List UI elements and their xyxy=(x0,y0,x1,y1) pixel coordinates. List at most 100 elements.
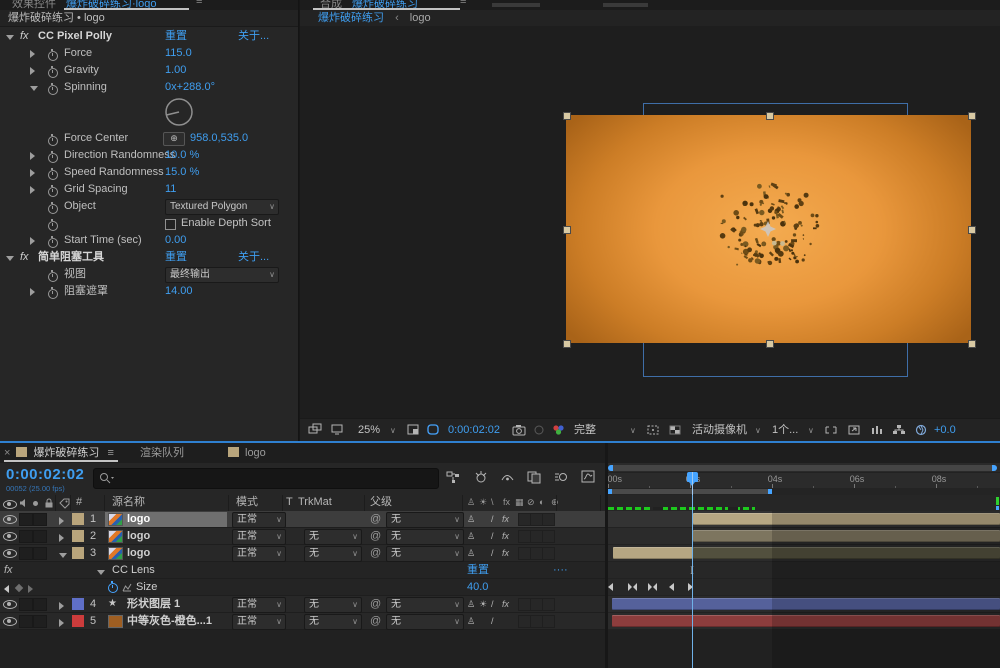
layer-label-color[interactable] xyxy=(72,513,84,525)
tab-menu-icon[interactable]: ≡ xyxy=(99,447,113,459)
trkmat-column-header[interactable]: TrkMat xyxy=(298,495,332,510)
shy-layers-icon[interactable] xyxy=(500,470,516,486)
parent-dropdown[interactable]: 无∨ xyxy=(386,597,464,613)
param-label[interactable]: Grid Spacing xyxy=(64,181,128,198)
effect-options-dots[interactable]: ···· xyxy=(553,562,568,579)
keyframe-icon[interactable] xyxy=(667,583,676,592)
timeline-split-divider[interactable] xyxy=(605,443,608,668)
export-frame-icon[interactable] xyxy=(847,423,861,437)
fx-toggle[interactable]: fx xyxy=(502,511,509,528)
effect-name[interactable]: CC Lens xyxy=(112,562,155,579)
flowchart-icon[interactable] xyxy=(892,423,907,438)
layer-visibility-toggle[interactable] xyxy=(3,532,17,544)
source-name-column-header[interactable]: 源名称 xyxy=(112,495,145,510)
shy-switch-icon[interactable]: ♙ xyxy=(467,495,475,510)
param-expand-arrow[interactable] xyxy=(30,80,38,97)
snapshot-camera-icon[interactable] xyxy=(512,423,526,437)
param-expand-arrow[interactable] xyxy=(30,63,35,80)
layer-visibility-toggle[interactable] xyxy=(3,600,17,612)
dropdown-caret-icon[interactable]: ∨ xyxy=(808,420,814,442)
effect-header-CC Pixel Polly[interactable]: fxCC Pixel Polly重置关于... xyxy=(0,28,299,45)
shy-toggle[interactable]: ♙ xyxy=(467,613,475,630)
index-column-header[interactable]: # xyxy=(76,495,82,510)
audio-toggle[interactable] xyxy=(19,530,33,543)
selection-handle[interactable] xyxy=(563,112,571,120)
fx-toggle[interactable]: fx xyxy=(502,545,509,562)
quality-toggle[interactable]: / xyxy=(491,511,494,528)
region-of-interest-icon[interactable] xyxy=(646,423,661,438)
parent-column-header[interactable]: 父级 xyxy=(370,495,392,510)
track-row[interactable] xyxy=(608,511,1000,528)
param-label[interactable]: Force xyxy=(64,45,92,62)
flowchart-icon[interactable] xyxy=(892,423,906,437)
search-input[interactable] xyxy=(93,468,439,489)
selection-handle[interactable] xyxy=(766,112,774,120)
channels-rgb-icon[interactable] xyxy=(552,423,566,437)
zoom-level-dropdown[interactable]: 25% xyxy=(358,419,380,441)
quality-toggle[interactable]: / xyxy=(491,596,494,613)
effect-controls-tabstrip[interactable]: 效果控件 爆炸破碎练习·logo ≡ xyxy=(0,0,299,10)
switch-cell[interactable] xyxy=(542,513,555,526)
mode-dropdown[interactable]: 正常∨ xyxy=(232,512,286,528)
adjustment-switch-icon[interactable]: ◐ xyxy=(539,495,544,510)
effect-about-link[interactable]: 关于... xyxy=(238,28,269,45)
dropdown-caret-icon[interactable]: ∨ xyxy=(630,420,636,442)
fx-toggle[interactable]: fx xyxy=(502,596,509,613)
property-value[interactable]: 40.0 xyxy=(467,579,488,596)
mode-dropdown[interactable]: 正常∨ xyxy=(232,529,286,545)
mask-visibility-icon[interactable] xyxy=(426,423,441,438)
layer-name[interactable]: 形状图层 1 xyxy=(127,596,180,613)
dropdown-caret-icon[interactable]: ∨ xyxy=(390,420,396,442)
param-label[interactable]: Start Time (sec) xyxy=(64,232,142,249)
motion-blur-switch-icon[interactable]: ⊘ xyxy=(527,495,535,510)
layer-row-5[interactable]: 5中等灰色-橙色...1正常∨无∨@无∨♙/ xyxy=(0,613,605,630)
selection-handle[interactable] xyxy=(968,340,976,348)
property-row-size[interactable]: Size40.0 xyxy=(0,579,605,596)
parent-dropdown[interactable]: 无∨ xyxy=(386,614,464,630)
composition-viewport[interactable] xyxy=(300,26,1000,418)
track-row[interactable] xyxy=(608,596,1000,613)
pixel-aspect-icon[interactable] xyxy=(870,423,884,437)
param-expand-arrow[interactable] xyxy=(30,165,35,182)
effect-row-cc-lens[interactable]: fxCC Lens重置···· xyxy=(0,562,605,579)
frame-blend-switch-icon[interactable]: ▦ xyxy=(515,495,524,510)
audio-toggle[interactable] xyxy=(19,547,33,560)
param-value[interactable]: 0x+288.0° xyxy=(165,79,215,96)
mode-dropdown[interactable]: 正常∨ xyxy=(232,546,286,562)
fx-switch-icon[interactable]: fx xyxy=(503,495,510,510)
param-expand-arrow[interactable] xyxy=(30,46,35,63)
orange-solid-layer[interactable] xyxy=(566,115,971,343)
timeline-tab-logo[interactable]: logo xyxy=(228,443,266,463)
reset-exposure-icon[interactable] xyxy=(914,423,929,438)
lock-icon[interactable] xyxy=(44,498,54,508)
layer-label-color[interactable] xyxy=(72,615,84,627)
solo-column-icon[interactable] xyxy=(33,501,38,506)
layer-row-3[interactable]: 3logo正常∨无∨@无∨♙/fx xyxy=(0,545,605,562)
resolution-dropdown[interactable]: 完整 xyxy=(574,419,596,441)
layer-visibility-toggle[interactable] xyxy=(3,549,17,561)
layer-name[interactable]: 中等灰色-橙色...1 xyxy=(127,613,212,630)
param-label[interactable]: Object xyxy=(64,198,96,215)
solo-toggle[interactable] xyxy=(33,547,47,560)
param-dropdown-Object[interactable]: Textured Polygon∨ xyxy=(165,199,279,215)
timeline-tab-爆炸破碎练习[interactable]: ×爆炸破碎练习≡ xyxy=(4,443,114,463)
layer-row-1[interactable]: 1logo正常∨@无∨♙/fx xyxy=(0,511,605,528)
layer-row-2[interactable]: 2logo正常∨无∨@无∨♙/fx xyxy=(0,528,605,545)
track-row[interactable] xyxy=(608,579,1000,596)
next-keyframe-icon[interactable] xyxy=(28,583,33,595)
layer-expand-arrow[interactable] xyxy=(59,532,64,544)
selection-handle[interactable] xyxy=(563,340,571,348)
parent-dropdown[interactable]: 无∨ xyxy=(386,529,464,545)
viewer-timecode[interactable]: 0:00:02:02 xyxy=(448,419,500,441)
work-area-end-handle[interactable] xyxy=(768,489,772,494)
fx-toggle[interactable]: fx xyxy=(502,528,509,545)
param-value[interactable]: 14.00 xyxy=(165,283,193,300)
view-count-dropdown[interactable]: 1个... xyxy=(772,419,798,441)
layer-name[interactable]: logo xyxy=(127,545,150,562)
switch-cell[interactable] xyxy=(542,530,555,543)
quality-toggle[interactable]: / xyxy=(491,528,494,545)
layer-duration-bar[interactable] xyxy=(612,598,1000,610)
navigator-end-handle[interactable] xyxy=(992,465,997,471)
param-value[interactable]: 15.0 % xyxy=(165,164,199,181)
breadcrumb-comp-name[interactable]: 爆炸破碎练习 xyxy=(300,12,384,24)
